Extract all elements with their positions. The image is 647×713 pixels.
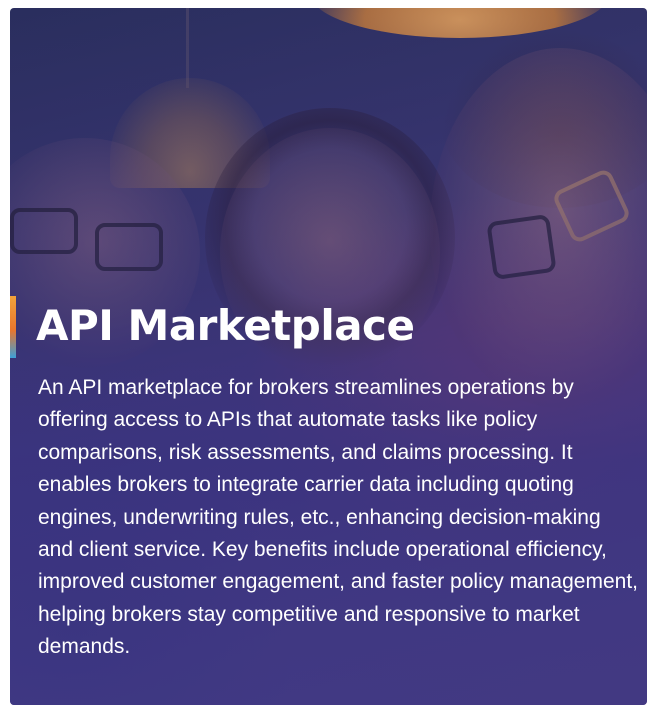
card-title: API Marketplace [36, 301, 415, 350]
api-marketplace-card[interactable]: API Marketplace An API marketplace for b… [10, 8, 647, 705]
card-description: An API marketplace for brokers streamlin… [38, 376, 638, 659]
title-accent-bar [10, 296, 16, 358]
